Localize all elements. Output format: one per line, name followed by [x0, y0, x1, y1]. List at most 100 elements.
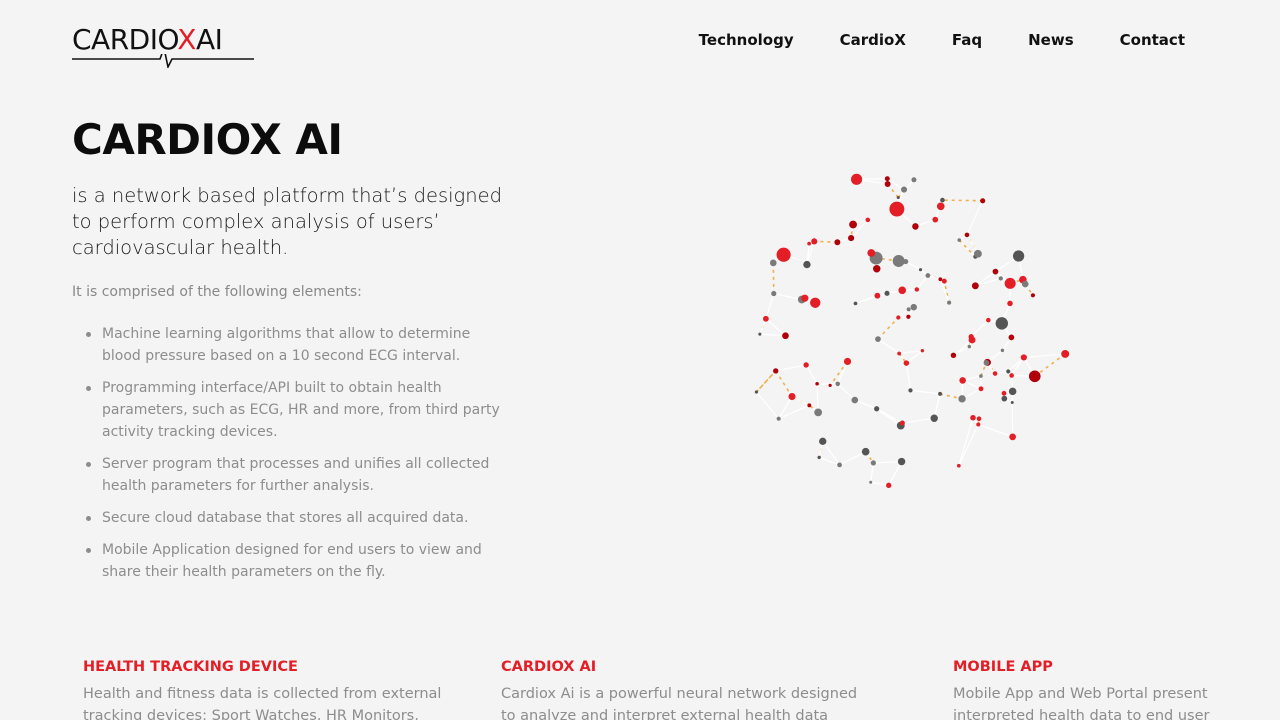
network-node — [914, 287, 920, 292]
nav-faq[interactable]: Faq — [952, 30, 982, 50]
network-node — [870, 460, 876, 466]
network-node — [884, 290, 890, 296]
nav-cardiox[interactable]: CardioX — [840, 30, 906, 50]
network-node — [980, 198, 986, 204]
network-link — [837, 383, 856, 401]
feature-mobile-app: MOBILE APP Mobile App and Web Portal pre… — [953, 657, 1243, 720]
network-node — [1008, 387, 1017, 396]
network-node — [1009, 433, 1016, 441]
network-node — [874, 406, 880, 412]
network-link — [975, 271, 996, 287]
network-link — [916, 275, 929, 290]
network-node — [978, 386, 984, 392]
network-link — [958, 239, 976, 258]
network-link — [876, 408, 903, 424]
network-node — [1001, 395, 1008, 402]
network-node — [819, 437, 827, 445]
network-node — [908, 388, 913, 393]
network-link — [855, 292, 888, 305]
network-node — [936, 202, 945, 211]
network-node — [968, 336, 976, 344]
network-link — [837, 361, 849, 385]
network-node — [834, 239, 841, 246]
cardiox-logo[interactable]: CARDIOXAI — [72, 24, 254, 68]
network-node — [1001, 390, 1007, 396]
network-node — [889, 201, 905, 217]
network-node — [776, 416, 781, 421]
network-node — [848, 234, 855, 242]
list-item: Programming interface/API built to obtai… — [86, 377, 512, 443]
network-node — [958, 395, 966, 403]
network-node — [976, 422, 981, 427]
network-node — [971, 282, 979, 290]
network-link — [805, 364, 818, 385]
network-node — [1030, 293, 1035, 298]
network-node — [912, 223, 919, 230]
network-node — [896, 315, 901, 320]
network-node — [983, 360, 990, 366]
network-node — [828, 383, 832, 388]
network-node — [782, 332, 789, 340]
network-link — [877, 338, 900, 355]
network-link — [775, 370, 793, 397]
network-link — [773, 292, 802, 301]
network-node — [967, 344, 972, 349]
elements-intro: It is comprised of the following element… — [72, 284, 362, 300]
network-link — [905, 363, 912, 391]
network-node — [932, 216, 939, 223]
network-node — [956, 463, 961, 468]
network-node — [1006, 369, 1011, 374]
network-node — [1021, 280, 1029, 288]
network-link — [1023, 353, 1066, 359]
nav-technology[interactable]: Technology — [699, 30, 794, 50]
nav-news[interactable]: News — [1028, 30, 1074, 50]
network-node — [1012, 250, 1025, 262]
network-node — [884, 181, 891, 187]
network-link — [933, 393, 941, 419]
network-link — [966, 200, 984, 236]
network-node — [758, 332, 762, 336]
feature-cardiox-ai: CARDIOX AI Cardiox Ai is a powerful neur… — [501, 657, 861, 720]
network-node — [906, 314, 911, 319]
list-item: Mobile Application designed for end user… — [86, 539, 512, 583]
network-link — [765, 318, 786, 337]
network-link — [870, 462, 874, 483]
neural-network-illustration — [754, 173, 1070, 488]
network-node — [803, 260, 811, 269]
feature-text: Mobile App and Web Portal present interp… — [953, 686, 1210, 720]
network-node — [776, 247, 791, 262]
network-link — [877, 316, 899, 340]
network-node — [892, 255, 905, 267]
elements-list: Machine learning algorithms that allow t… — [86, 323, 512, 593]
nav-contact[interactable]: Contact — [1120, 30, 1185, 50]
network-node — [910, 303, 917, 311]
network-node — [773, 368, 779, 374]
network-node — [875, 336, 881, 342]
network-node — [811, 238, 818, 245]
network-node — [906, 307, 911, 312]
network-node — [873, 264, 881, 273]
network-node — [938, 277, 943, 282]
feature-title: CARDIOX AI — [501, 659, 597, 675]
network-node — [976, 416, 982, 422]
network-node — [1061, 349, 1070, 358]
network-node — [938, 391, 943, 396]
network-node — [964, 232, 970, 238]
network-node — [869, 480, 873, 484]
network-link — [910, 389, 941, 395]
network-node — [754, 390, 759, 394]
hero-lead: is a network based platform that’s desig… — [72, 184, 502, 259]
network-node — [874, 292, 881, 299]
network-node — [903, 258, 909, 265]
network-node — [861, 447, 870, 456]
network-node — [930, 414, 938, 422]
network-node — [918, 268, 923, 272]
network-node — [941, 278, 947, 284]
network-link — [870, 481, 889, 486]
network-node — [1004, 277, 1016, 289]
network-node — [1028, 370, 1041, 383]
network-node — [992, 268, 999, 275]
network-link — [902, 417, 935, 424]
feature-health-tracking: HEALTH TRACKING DEVICE Health and fitnes… — [83, 657, 443, 720]
network-link — [755, 370, 777, 393]
